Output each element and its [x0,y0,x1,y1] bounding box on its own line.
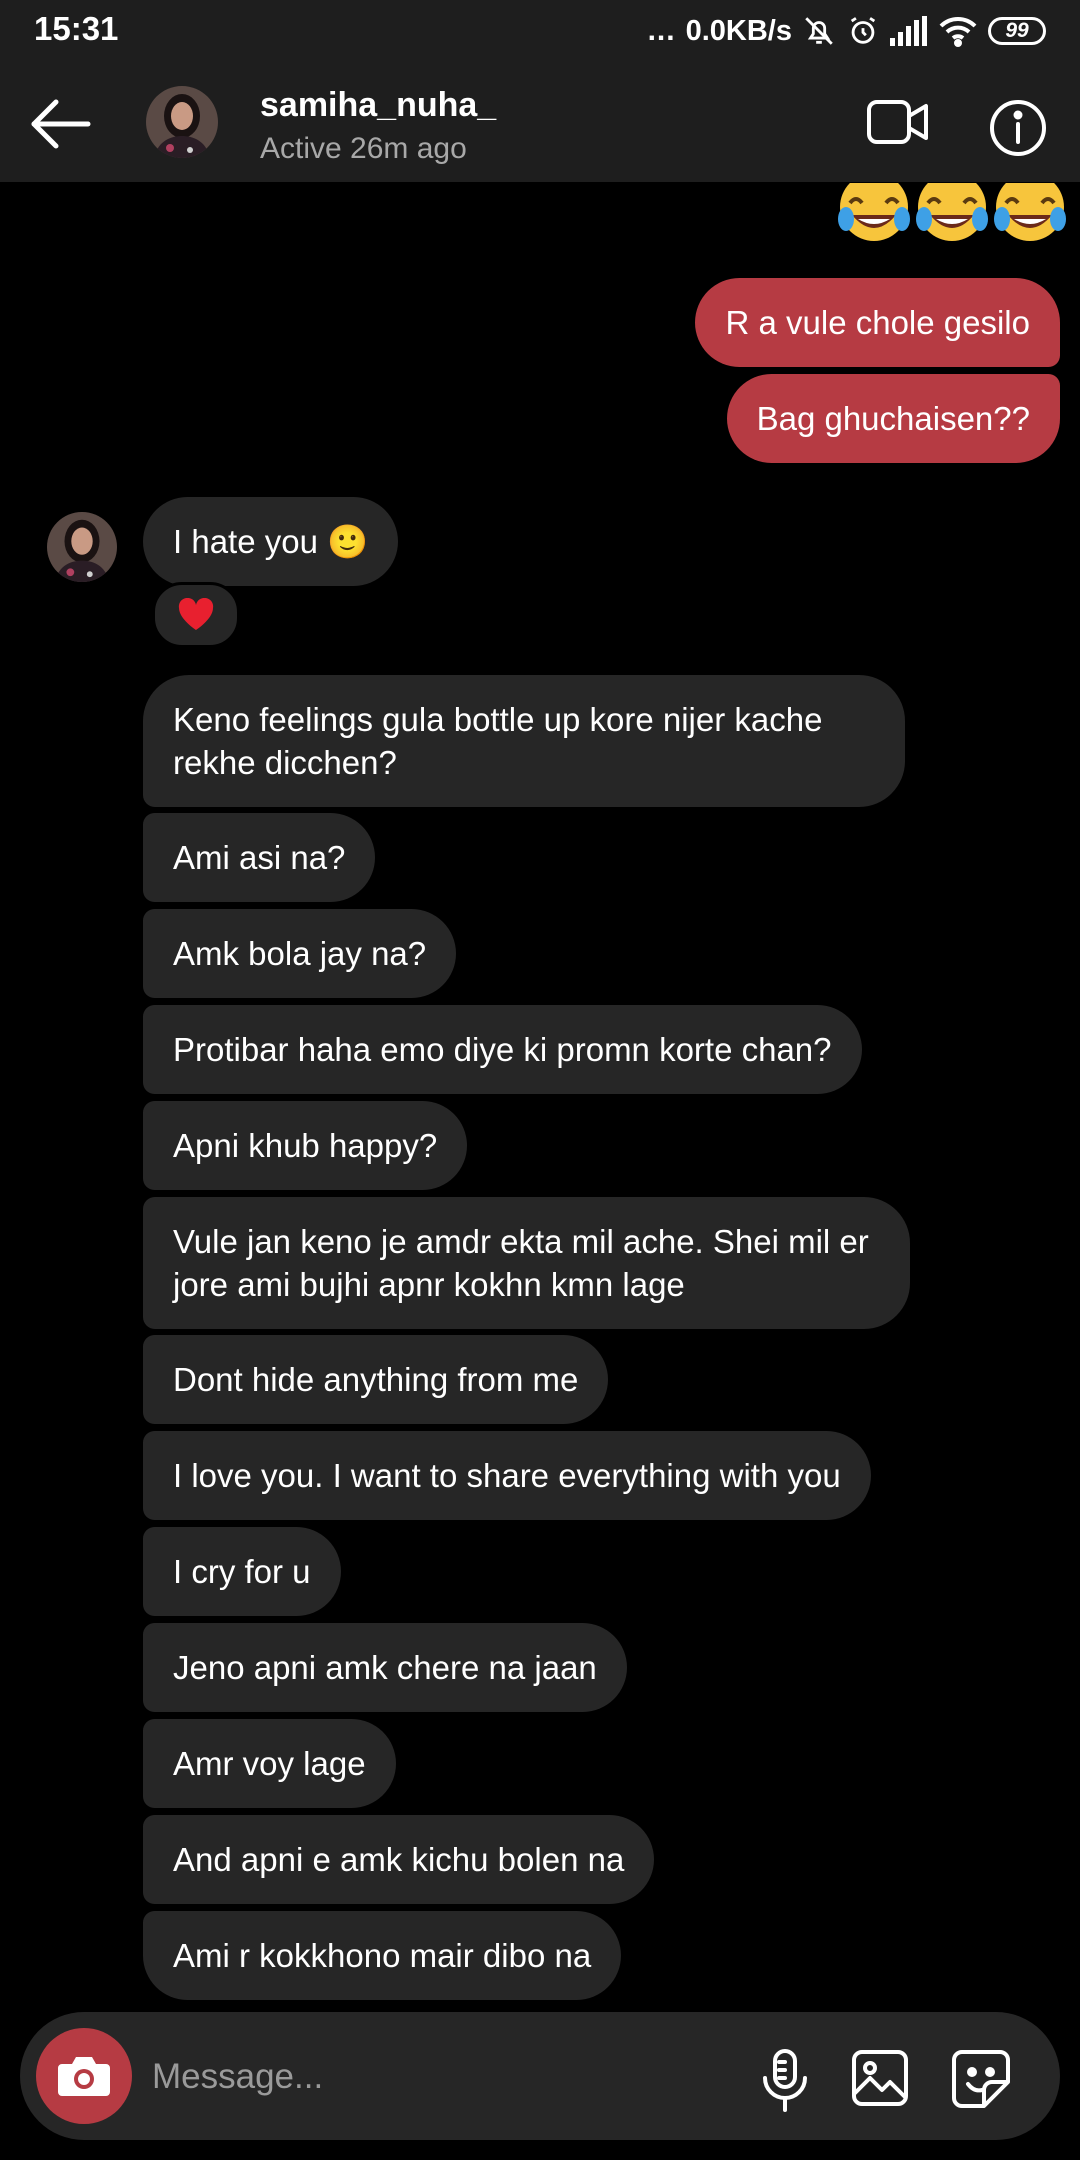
laughing-emoji-icon [838,183,910,241]
received-message[interactable]: Amr voy lage [143,1719,396,1808]
sticker-button[interactable] [950,2048,1012,2110]
received-message[interactable]: Dont hide anything from me [143,1335,609,1424]
received-message[interactable]: Protibar haha emo diye ki promn korte ch… [143,1005,862,1094]
sent-message[interactable]: Bag ghuchaisen?? [726,374,1060,463]
info-button[interactable] [988,98,1048,158]
microphone-button[interactable] [755,2048,815,2112]
avatar[interactable] [47,512,117,582]
status-time: 15:31 [34,10,119,47]
avatar[interactable] [146,86,218,158]
gallery-button[interactable] [850,2048,910,2108]
status-bar: 15:31 ... 0.0KB/s 99 [0,0,1080,62]
mute-icon [802,14,836,48]
status-icons: ... 0.0KB/s 99 [648,8,1046,54]
wifi-icon [938,15,978,47]
received-message[interactable]: Apni khub happy? [143,1101,468,1190]
received-message[interactable]: I cry for u [143,1527,341,1616]
reaction-badge[interactable] [152,582,240,648]
video-call-button[interactable] [866,96,930,148]
received-message[interactable]: I love you. I want to share everything w… [143,1431,871,1520]
received-message[interactable]: I hate you 🙂 [143,497,399,586]
laughing-emoji-message[interactable] [836,183,1068,245]
received-message[interactable]: Vule jan keno je amdr ekta mil ache. She… [143,1197,910,1329]
chat-header: samiha_nuha_ Active 26m ago [0,62,1080,182]
received-message[interactable]: Keno feelings gula bottle up kore nijer … [143,675,905,807]
received-message[interactable]: And apni e amk kichu bolen na [143,1815,655,1904]
battery-indicator: 99 [988,17,1046,45]
received-message[interactable]: Ami asi na? [143,813,376,902]
laughing-emoji-icon [994,183,1066,241]
active-status: Active 26m ago [260,132,467,165]
received-message[interactable]: Ami r kokkhono mair dibo na [143,1911,622,2000]
back-button[interactable] [26,94,96,154]
gallery-icon [852,2050,908,2106]
back-arrow-icon [31,99,91,149]
laughing-emoji-icon [916,183,988,241]
camera-button[interactable] [36,2028,132,2124]
video-call-icon [867,100,928,144]
status-dots: ... [647,14,676,47]
network-speed: 0.0KB/s [685,14,792,47]
sticker-icon [952,2050,1010,2108]
message-composer [20,2012,1060,2140]
received-message[interactable]: Jeno apni amk chere na jaan [143,1623,627,1712]
signal-icon [890,16,928,46]
message-input[interactable] [150,2036,734,2118]
contact-username[interactable]: samiha_nuha_ [260,86,496,125]
camera-icon [58,2057,110,2096]
heart-icon [178,598,214,630]
received-message[interactable]: Amk bola jay na? [143,909,457,998]
microphone-icon [763,2049,807,2112]
info-icon [990,100,1046,156]
alarm-icon [846,14,880,48]
sent-message[interactable]: R a vule chole gesilo [695,278,1060,367]
